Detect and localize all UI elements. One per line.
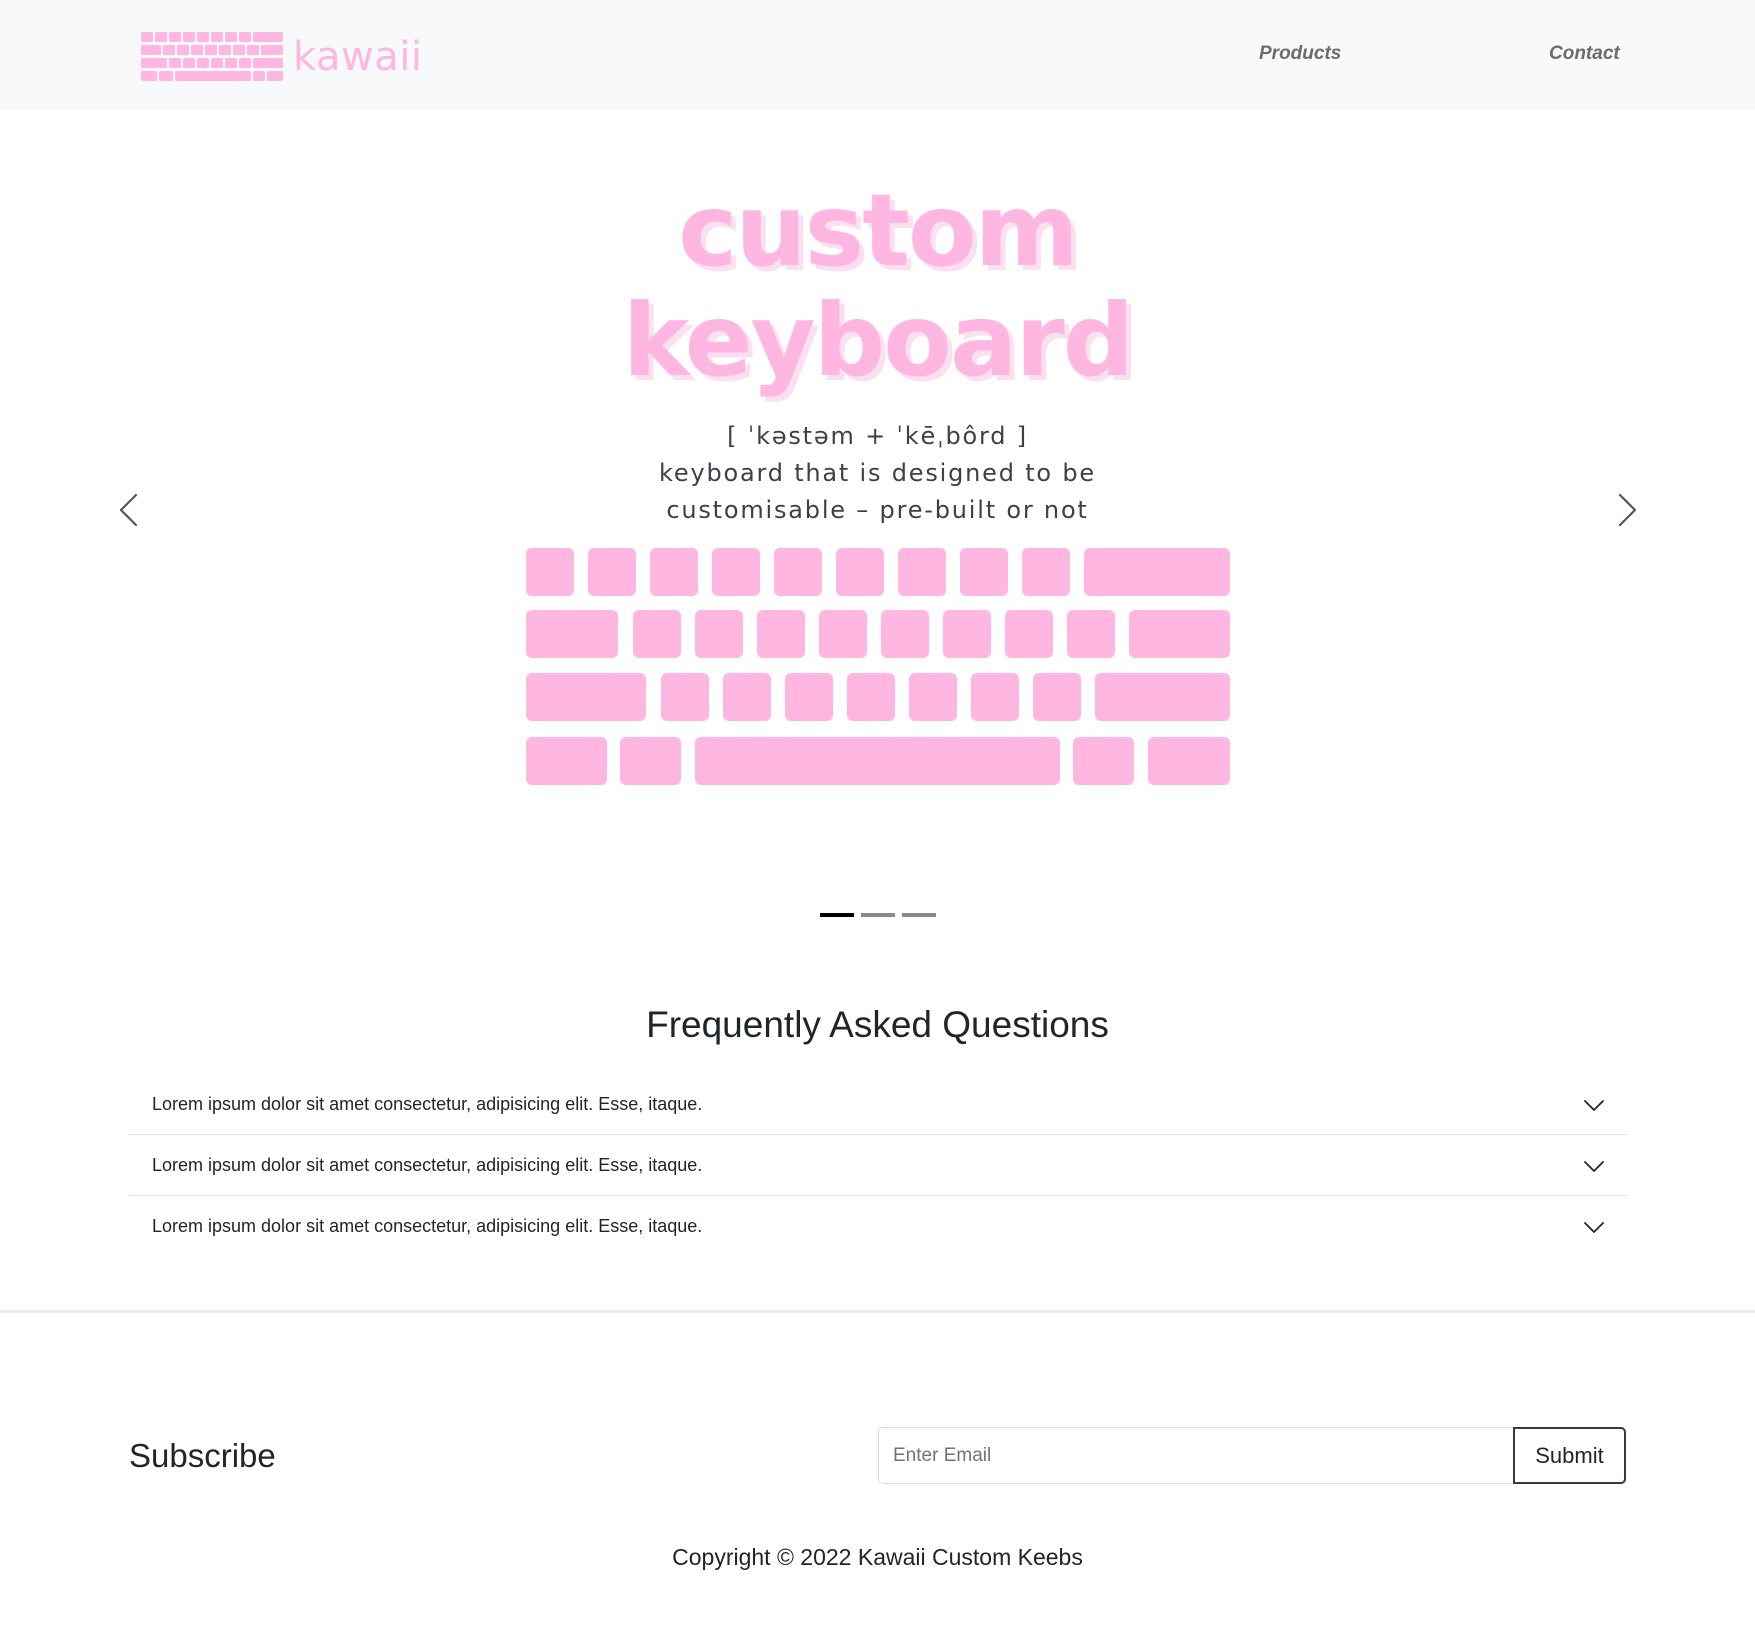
chevron-down-icon[interactable]	[1583, 1216, 1605, 1238]
email-input[interactable]	[878, 1427, 1514, 1484]
section-divider	[0, 1310, 1755, 1313]
navbar: kawaii Products Contact	[0, 0, 1755, 110]
faq-question: Lorem ipsum dolor sit amet consectetur, …	[152, 1094, 703, 1114]
carousel-indicator-3[interactable]	[901, 913, 936, 917]
brand-link[interactable]: kawaii	[141, 32, 422, 81]
faq-item[interactable]: Lorem ipsum dolor sit amet consectetur, …	[129, 1196, 1627, 1257]
chevron-right-icon[interactable]	[1604, 490, 1644, 530]
submit-button[interactable]: Submit	[1513, 1427, 1626, 1484]
faq-question: Lorem ipsum dolor sit amet consectetur, …	[152, 1216, 703, 1236]
chevron-down-icon[interactable]	[1583, 1155, 1605, 1177]
subscribe-title: Subscribe	[129, 1437, 276, 1474]
chevron-down-icon[interactable]	[1583, 1094, 1605, 1116]
chevron-left-icon[interactable]	[112, 490, 152, 530]
nav-link-products[interactable]: Products	[1259, 42, 1341, 66]
faq-heading: Frequently Asked Questions	[646, 1004, 1109, 1045]
hero-title-line-2: keyboard	[622, 282, 1135, 399]
keyboard-illustration	[526, 548, 1230, 785]
pronunciation-text: [ ˈkəstəm + ˈkēˌbôrd ]	[727, 422, 1028, 450]
faq-item[interactable]: Lorem ipsum dolor sit amet consectetur, …	[129, 1074, 1627, 1135]
nav-link-contact[interactable]: Contact	[1549, 42, 1620, 66]
hero-title-line-1: custom	[678, 172, 1079, 289]
carousel-indicators	[0, 913, 1755, 917]
brand-name: kawaii	[293, 33, 423, 80]
faq-accordion: Lorem ipsum dolor sit amet consectetur, …	[129, 1074, 1627, 1257]
definition-line-1: keyboard that is designed to be	[659, 459, 1096, 487]
faq-question: Lorem ipsum dolor sit amet consectetur, …	[152, 1155, 703, 1175]
carousel-indicator-2[interactable]	[860, 913, 895, 917]
copyright-text: Copyright © 2022 Kawaii Custom Keebs	[672, 1544, 1083, 1570]
carousel-indicator-1[interactable]	[819, 913, 854, 917]
keyboard-logo-icon	[141, 32, 283, 81]
definition-line-2: customisable – pre-built or not	[666, 496, 1089, 524]
faq-item[interactable]: Lorem ipsum dolor sit amet consectetur, …	[129, 1135, 1627, 1196]
